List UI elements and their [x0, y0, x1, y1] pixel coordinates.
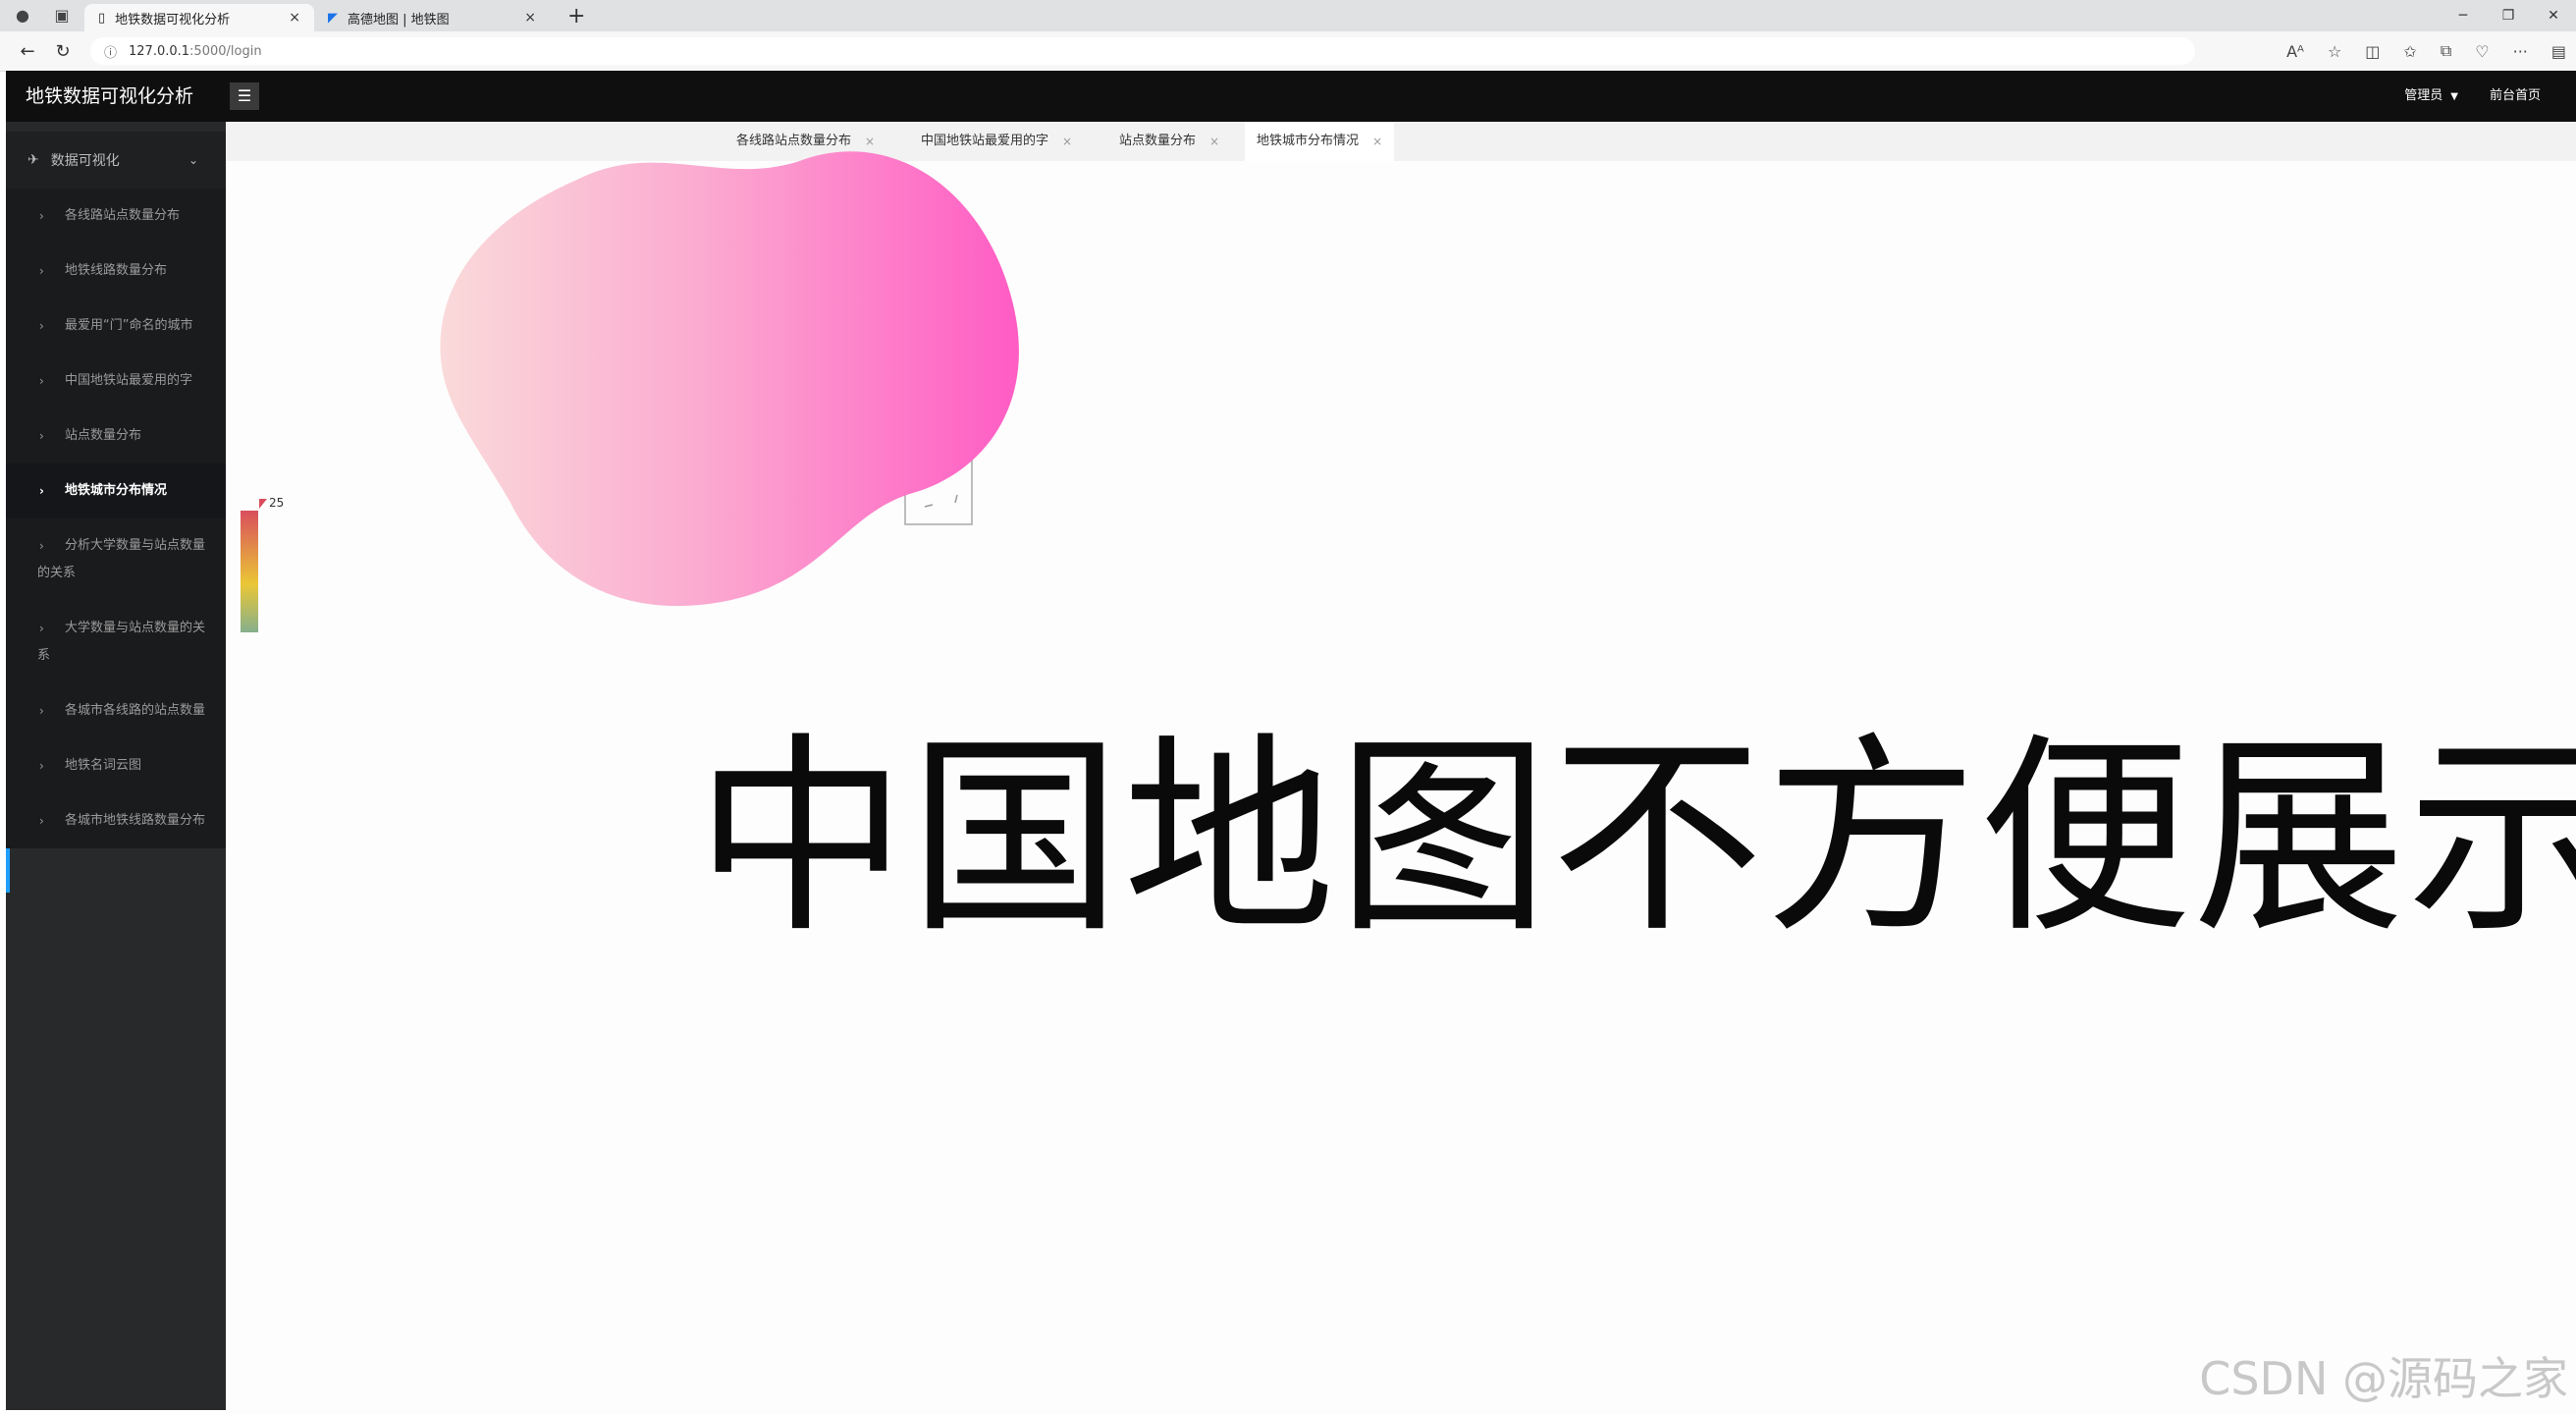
menu-toggle-icon[interactable]: ☰ [230, 82, 259, 110]
browser-tab-amap[interactable]: ◤ 高德地图 | 地铁图 × [314, 4, 550, 31]
sidebar-item[interactable]: › 中国地铁站最爱用的字 [6, 354, 226, 408]
sidebar-item-label: 地铁名词云图 [65, 758, 142, 773]
amap-icon: ◤ [328, 10, 338, 26]
sidebar-item-label: 站点数量分布 [65, 428, 142, 443]
legend-gradient-bar[interactable] [241, 511, 258, 632]
chevron-down-icon: ⌄ [188, 153, 198, 167]
close-icon[interactable]: × [1209, 122, 1219, 161]
profile-icon[interactable]: ● [14, 7, 31, 25]
sidebar-item[interactable]: › 最爱用“门”命名的城市 [6, 299, 226, 354]
chevron-right-icon: › [39, 319, 44, 333]
sidebar-item[interactable]: › 分析大学数量与站点数量的关系 [6, 518, 226, 601]
sidebar-item-label: 中国地铁站最爱用的字 [65, 373, 193, 388]
sidebar-item-label: 各城市各线路的站点数量 [65, 703, 206, 718]
favorites-icon[interactable]: ✩ [2403, 42, 2416, 61]
chevron-right-icon: › [39, 704, 44, 718]
sidebar-item[interactable]: › 各线路站点数量分布 [6, 189, 226, 244]
refresh-icon[interactable]: ↻ [45, 41, 80, 62]
page-icon: ▯ [98, 10, 106, 26]
sidebar-item[interactable]: › 地铁线路数量分布 [6, 244, 226, 299]
submenu: › 各线路站点数量分布 › 地铁线路数量分布 › 最爱用“门”命名的城市 › 中国地铁站… [6, 189, 226, 848]
user-name: 管理员 [2404, 88, 2443, 103]
chevron-right-icon: › [39, 429, 44, 443]
workspaces-icon[interactable]: ▣ [53, 7, 71, 25]
split-screen-icon[interactable]: ◫ [2365, 42, 2380, 61]
legend-max-label: 25 [269, 496, 284, 510]
chevron-right-icon: › [39, 759, 44, 773]
legend-handle-top[interactable] [259, 499, 267, 509]
caret-down-icon: ▼ [2450, 91, 2458, 102]
user-menu[interactable]: 管理员 ▼ [2404, 71, 2458, 123]
sidebar-toggle-icon[interactable]: ▤ [2551, 42, 2566, 61]
sidebar-item[interactable]: › 各城市地铁线路数量分布 [6, 793, 226, 848]
main-content: 各线路站点数量分布 × 中国地铁站最爱用的字 × 站点数量分布 × 地铁城市分布情况 × [226, 122, 2576, 1414]
sidebar-item-label: 分析大学数量与站点数量的关系 [37, 538, 206, 580]
browser-tab-strip: ● ▣ ▯ 地铁数据可视化分析 × ◤ 高德地图 | 地铁图 × + ─ ❐ ✕ [0, 0, 2576, 31]
browser-tab-title: 高德地图 | 地铁图 [348, 12, 450, 27]
chevron-right-icon: › [39, 209, 44, 223]
app-title: 地铁数据可视化分析 [26, 85, 194, 107]
collections-icon[interactable]: ⧉ [2441, 41, 2451, 61]
close-icon[interactable]: × [524, 10, 536, 26]
back-icon[interactable]: ← [10, 41, 45, 62]
sidebar-item-label: 各线路站点数量分布 [65, 208, 181, 223]
browser-left-controls: ● ▣ [0, 0, 84, 31]
browser-tab-title: 地铁数据可视化分析 [115, 12, 231, 27]
sidebar-item-label: 大学数量与站点数量的关系 [37, 621, 206, 663]
window-close-icon[interactable]: ✕ [2531, 0, 2576, 31]
close-icon[interactable]: × [289, 10, 300, 26]
page-tab[interactable]: 站点数量分布 × [1107, 122, 1231, 161]
restore-icon[interactable]: ❐ [2486, 0, 2531, 31]
header-right: 管理员 ▼ 前台首页 [2404, 71, 2541, 123]
chevron-right-icon: › [39, 539, 44, 553]
page-tab-label: 站点数量分布 [1119, 134, 1197, 148]
menu-group-label: 数据可视化 [50, 153, 120, 169]
new-tab-button[interactable]: + [558, 4, 595, 31]
chevron-right-icon: › [39, 374, 44, 388]
sidebar-item[interactable]: › 大学数量与站点数量的关系 [6, 601, 226, 683]
info-icon[interactable]: ⓘ [104, 42, 117, 61]
menu-group-data-visualization[interactable]: ✈ 数据可视化 ⌄ [6, 132, 226, 189]
overlay-caption: 中国地图不方便展示 [695, 715, 2576, 961]
pink-blob-sticker [440, 151, 1019, 607]
close-icon[interactable]: × [1062, 122, 1072, 161]
app-header: 地铁数据可视化分析 ☰ 管理员 ▼ 前台首页 [6, 71, 2576, 122]
url-field[interactable]: ⓘ 127.0.0.1:5000/login [90, 37, 2195, 65]
sidebar-item[interactable]: › 各城市各线路的站点数量 [6, 683, 226, 738]
minimize-icon[interactable]: ─ [2441, 0, 2486, 31]
favorite-star-icon[interactable]: ☆ [2328, 42, 2341, 61]
sidebar-item-label: 最爱用“门”命名的城市 [65, 318, 193, 333]
address-bar: ← ↻ ⓘ 127.0.0.1:5000/login Aᴬ ☆ ◫ ✩ ⧉ ♡ … [0, 31, 2576, 72]
sidebar-item[interactable]: › 站点数量分布 [6, 408, 226, 463]
url-path: :5000/login [189, 43, 262, 59]
sidebar-item-label: 地铁城市分布情况 [65, 483, 168, 498]
close-icon[interactable]: × [1372, 122, 1382, 161]
chevron-right-icon: › [39, 264, 44, 278]
page-tab-label: 地铁城市分布情况 [1257, 134, 1360, 148]
chevron-right-icon: › [39, 814, 44, 828]
chevron-right-icon: › [39, 484, 44, 498]
page-tab-active[interactable]: 地铁城市分布情况 × [1245, 122, 1395, 161]
sidebar-item[interactable]: › 地铁名词云图 [6, 738, 226, 793]
sidebar-item-active[interactable]: › 地铁城市分布情况 [6, 463, 226, 518]
frontend-home-link[interactable]: 前台首页 [2490, 71, 2541, 123]
read-aloud-icon[interactable]: Aᴬ [2286, 42, 2304, 61]
address-bar-tools: Aᴬ ☆ ◫ ✩ ⧉ ♡ ··· ▤ [2286, 31, 2566, 71]
chevron-right-icon: › [39, 622, 44, 635]
url-host: 127.0.0.1 [129, 43, 190, 59]
sidebar: ✈ 数据可视化 ⌄ › 各线路站点数量分布 › 地铁线路数量分布 › 最爱用“门”命名… [6, 122, 226, 1410]
more-icon[interactable]: ··· [2513, 42, 2528, 61]
sidebar-item-label: 地铁线路数量分布 [65, 263, 168, 278]
window-controls: ─ ❐ ✕ [2441, 0, 2576, 31]
csdn-watermark: CSDN @源码之家 [2199, 1352, 2568, 1405]
paper-plane-icon: ✈ [27, 152, 39, 168]
browser-tab-active[interactable]: ▯ 地铁数据可视化分析 × [84, 4, 314, 31]
sidebar-item-label: 各城市地铁线路数量分布 [65, 813, 206, 828]
browser-essentials-icon[interactable]: ♡ [2475, 42, 2489, 61]
